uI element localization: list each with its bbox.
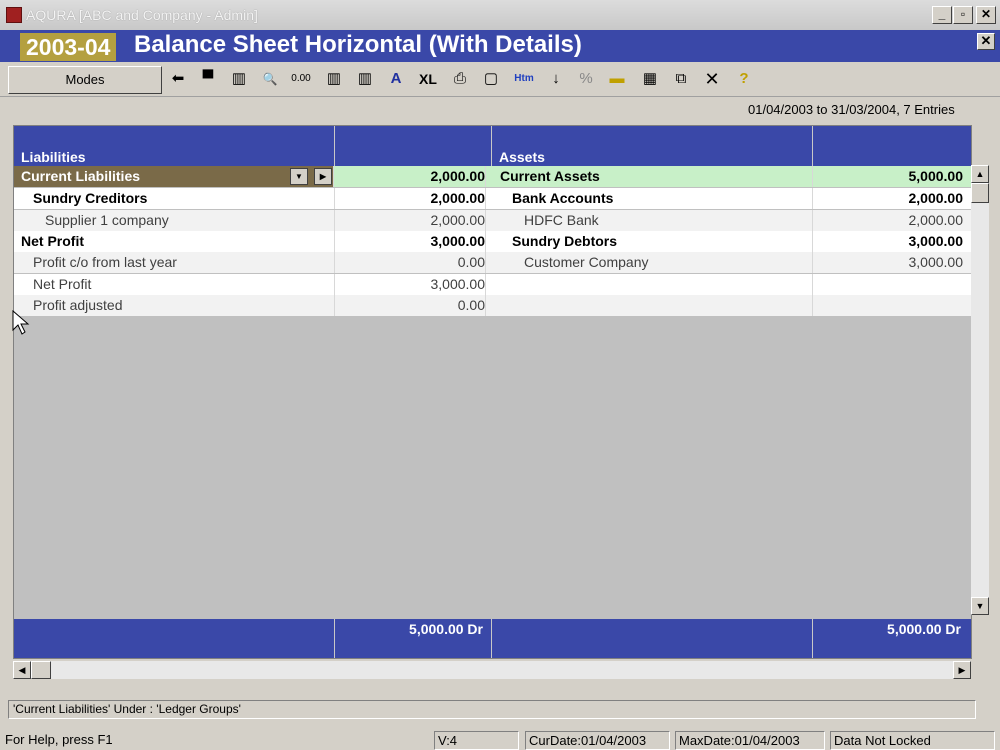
- table-row[interactable]: Net Profit 3,000.00: [14, 274, 971, 295]
- scroll-up-icon[interactable]: ▲: [971, 165, 989, 183]
- liability-amount: 2,000.00: [335, 166, 486, 187]
- horizontal-scrollbar[interactable]: ◀ ▶: [13, 661, 971, 679]
- print-icon[interactable]: ⎙: [448, 68, 472, 90]
- report-close-button[interactable]: ✕: [977, 33, 995, 50]
- asset-amount: 3,000.00: [908, 254, 964, 270]
- table-row[interactable]: Supplier 1 company 2,000.00 HDFC Bank 2,…: [14, 210, 971, 231]
- liability-name: Sundry Creditors: [33, 188, 335, 209]
- scroll-right-icon[interactable]: ▶: [953, 661, 971, 679]
- asset-name: [524, 295, 813, 316]
- find-icon[interactable]: 🔍: [258, 68, 282, 90]
- liability-amount: 0.00: [335, 252, 486, 273]
- status-version: V:4: [434, 731, 519, 750]
- liability-amount: 2,000.00: [335, 210, 486, 231]
- restore-button[interactable]: ▫: [953, 6, 973, 24]
- liability-name: Current Liabilities: [21, 168, 141, 184]
- save-icon[interactable]: ▀: [196, 68, 220, 90]
- liability-name-cell[interactable]: Current Liabilities ▼ ▶: [14, 166, 334, 187]
- asset-name: Sundry Debtors: [512, 231, 813, 252]
- table-row[interactable]: Current Liabilities ▼ ▶ 2,000.00 Current…: [14, 166, 971, 187]
- close-window-button[interactable]: ✕: [976, 6, 996, 24]
- html-icon[interactable]: Htm: [512, 68, 536, 90]
- table-row[interactable]: Profit adjusted 0.00: [14, 295, 971, 316]
- asset-amount: [813, 295, 963, 316]
- dropdown-arrow-icon[interactable]: ▼: [290, 168, 308, 185]
- asset-name: Current Assets: [500, 166, 813, 187]
- table-row[interactable]: Net Profit 3,000.00 Sundry Debtors 3,000…: [14, 231, 971, 252]
- asset-amount: 3,000.00: [908, 233, 964, 249]
- vertical-scrollbar[interactable]: ▲ ▼: [971, 165, 989, 615]
- window-title: AQURA [ABC and Company - Admin]: [26, 7, 258, 23]
- liability-amount: 2,000.00: [335, 188, 486, 209]
- liability-name: Net Profit: [21, 231, 335, 252]
- status-curdate: CurDate:01/04/2003: [525, 731, 670, 750]
- help-icon[interactable]: ?: [732, 68, 756, 90]
- year-badge: 2003-04: [20, 33, 117, 61]
- context-help-text: 'Current Liabilities' Under : 'Ledger Gr…: [8, 700, 976, 719]
- asset-amount: 2,000.00: [908, 190, 964, 206]
- sort-icon[interactable]: ↓: [544, 68, 568, 90]
- asset-name: [524, 274, 813, 295]
- table-row[interactable]: Profit c/o from last year 0.00 Customer …: [14, 252, 971, 273]
- copy-icon[interactable]: ⧉: [669, 68, 693, 90]
- mouse-cursor-icon: [12, 310, 30, 335]
- status-maxdate: MaxDate:01/04/2003: [675, 731, 825, 750]
- totals-row: 5,000.00 Dr 5,000.00 Dr: [14, 619, 971, 658]
- liability-name: Profit adjusted: [33, 295, 335, 316]
- expand-arrow-icon[interactable]: ▶: [314, 168, 332, 185]
- liability-name: Supplier 1 company: [45, 210, 335, 231]
- column-remove-icon[interactable]: ▥: [353, 68, 377, 90]
- assets-amount-header[interactable]: [813, 126, 971, 166]
- scroll-down-icon[interactable]: ▼: [971, 597, 989, 615]
- app-icon[interactable]: [6, 7, 22, 23]
- font-icon[interactable]: A: [384, 68, 408, 90]
- hscroll-thumb[interactable]: [31, 661, 51, 679]
- liability-amount: 3,000.00: [335, 231, 486, 252]
- date-range-text: 01/04/2003 to 31/03/2004, 7 Entries: [748, 102, 955, 117]
- status-help: For Help, press F1: [5, 732, 113, 747]
- balance-sheet-grid: Liabilities Assets Current Liabilities ▼…: [13, 125, 972, 659]
- table-row[interactable]: Sundry Creditors 2,000.00 Bank Accounts …: [14, 188, 971, 209]
- liability-amount: 0.00: [335, 295, 486, 316]
- liability-name: Net Profit: [33, 274, 335, 295]
- calculator-icon[interactable]: ▦: [638, 68, 662, 90]
- liabilities-total: 5,000.00 Dr: [409, 621, 483, 637]
- minimize-button[interactable]: _: [932, 6, 952, 24]
- liability-amount: 3,000.00: [335, 274, 486, 295]
- asset-name: Bank Accounts: [512, 188, 813, 209]
- asset-amount: [813, 274, 963, 295]
- status-lock: Data Not Locked: [830, 731, 995, 750]
- asset-name: HDFC Bank: [524, 210, 813, 231]
- page-setup-icon[interactable]: ▢: [479, 68, 503, 90]
- liabilities-header[interactable]: Liabilities: [14, 126, 335, 166]
- assets-header[interactable]: Assets: [492, 126, 813, 166]
- asset-amount: 2,000.00: [908, 212, 964, 228]
- liability-name: Profit c/o from last year: [33, 252, 335, 273]
- assets-header-label: Assets: [499, 149, 545, 165]
- percent-icon[interactable]: %: [574, 68, 598, 90]
- close-icon[interactable]: ✕: [700, 68, 724, 90]
- asset-name: Customer Company: [524, 252, 813, 273]
- asset-amount: 5,000.00: [908, 168, 964, 184]
- excel-icon[interactable]: XL: [416, 68, 440, 90]
- add-row-icon[interactable]: ▬: [605, 68, 629, 90]
- column-insert-icon[interactable]: ▥: [322, 68, 346, 90]
- scroll-thumb[interactable]: [971, 183, 989, 203]
- liabilities-amount-header[interactable]: [335, 126, 492, 166]
- liabilities-header-label: Liabilities: [21, 149, 86, 165]
- columns-icon[interactable]: ▥: [227, 68, 251, 90]
- assets-total: 5,000.00 Dr: [887, 621, 961, 637]
- back-arrow-icon[interactable]: ⬅: [166, 68, 190, 90]
- report-title: Balance Sheet Horizontal (With Details): [134, 31, 582, 58]
- modes-button[interactable]: Modes: [8, 66, 162, 94]
- scroll-left-icon[interactable]: ◀: [13, 661, 31, 679]
- zero-decimal-icon[interactable]: 0.00: [289, 68, 313, 90]
